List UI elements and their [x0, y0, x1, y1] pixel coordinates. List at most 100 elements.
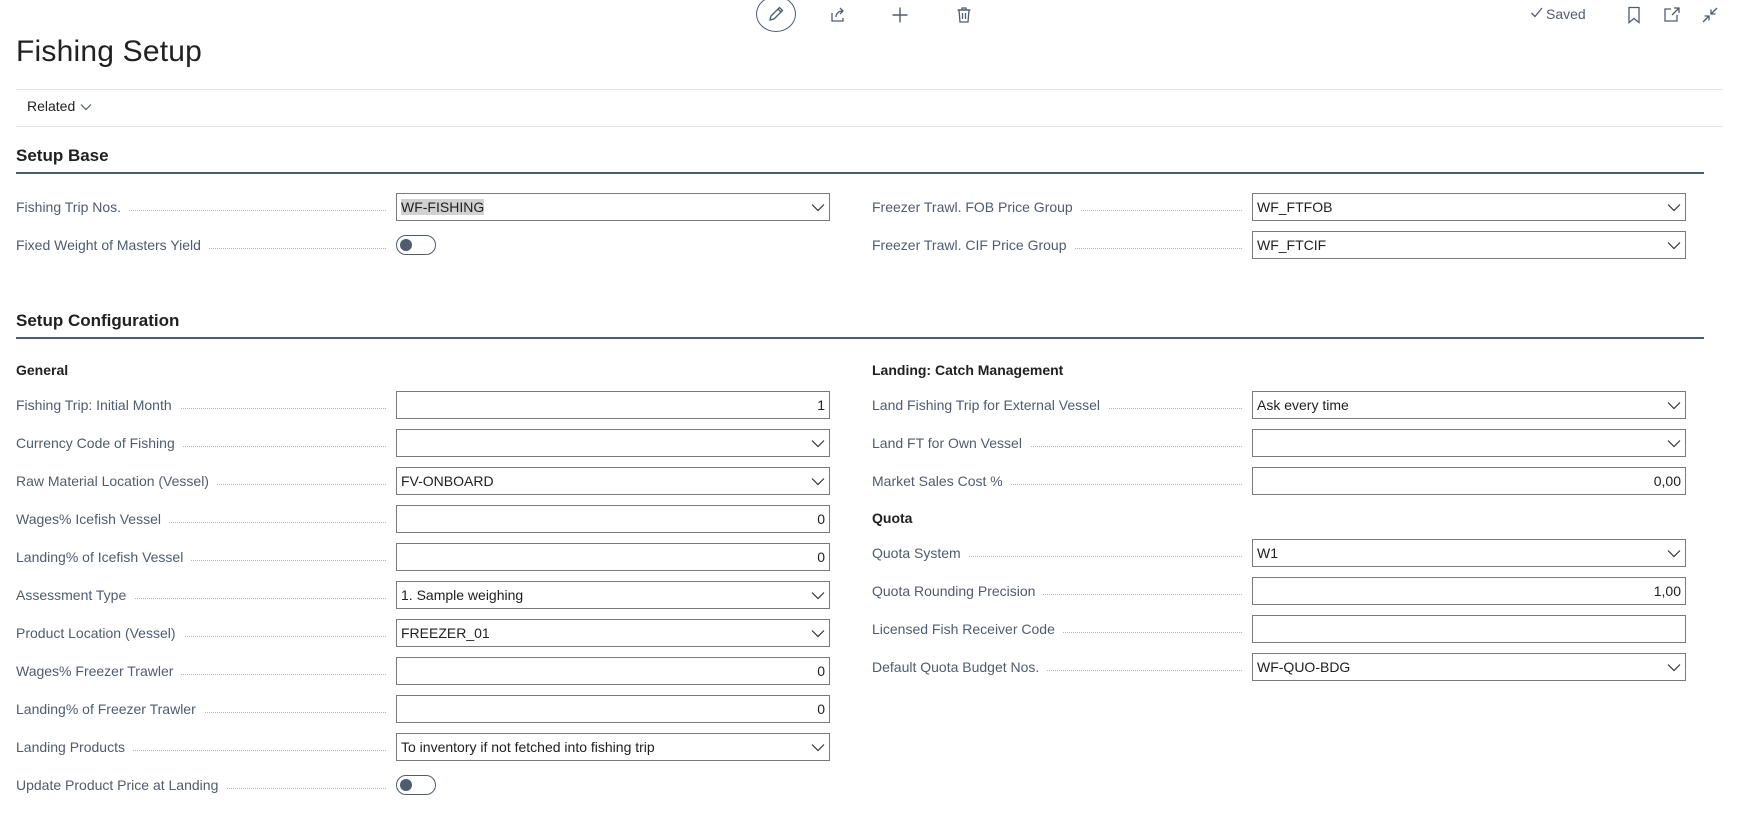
market-sales-cost-input[interactable]: 0,00	[1252, 467, 1686, 495]
fob-price-group-dropdown[interactable]: WF_FTFOB	[1252, 193, 1686, 221]
plus-icon	[891, 6, 909, 24]
field-value: 1	[817, 397, 825, 413]
field-licensed-fish-receiver-code: Licensed Fish Receiver Code	[872, 615, 1686, 643]
field-value: WF-QUO-BDG	[1257, 659, 1351, 675]
field-label: Market Sales Cost %	[872, 467, 1252, 495]
cif-price-group-dropdown[interactable]: WF_FTCIF	[1252, 231, 1686, 259]
field-land-ft-own-vessel: Land FT for Own Vessel	[872, 429, 1686, 457]
field-quota-rounding-precision: Quota Rounding Precision 1,00	[872, 577, 1686, 605]
wages-icefish-vessel-input[interactable]: 0	[396, 505, 830, 533]
field-landing-products: Landing Products To inventory if not fet…	[16, 733, 830, 761]
field-landing-freezer-trawler: Landing% of Freezer Trawler 0	[16, 695, 830, 723]
field-label: Raw Material Location (Vessel)	[16, 467, 396, 495]
chevron-down-icon	[803, 743, 825, 752]
field-label: Freezer Trawl. FOB Price Group	[872, 193, 1252, 221]
field-label: Assessment Type	[16, 581, 396, 609]
section-divider	[16, 172, 1704, 174]
saved-status: Saved	[1530, 6, 1586, 22]
field-landing-icefish-vessel: Landing% of Icefish Vessel 0	[16, 543, 830, 571]
landing-icefish-vessel-input[interactable]: 0	[396, 543, 830, 571]
section-title-setup-configuration[interactable]: Setup Configuration	[16, 311, 179, 331]
action-bar: Saved	[0, 0, 1746, 34]
quota-system-dropdown[interactable]: W1	[1252, 539, 1686, 567]
chevron-down-icon	[803, 629, 825, 638]
chevron-down-icon	[1659, 439, 1681, 448]
chevron-down-icon	[803, 477, 825, 486]
currency-code-dropdown[interactable]	[396, 429, 830, 457]
field-label: Fishing Trip: Initial Month	[16, 391, 396, 419]
field-update-product-price-at-landing: Update Product Price at Landing	[16, 771, 436, 799]
delete-button[interactable]	[952, 3, 976, 27]
field-freezer-trawl-cif-price-group: Freezer Trawl. CIF Price Group WF_FTCIF	[872, 231, 1686, 259]
landing-freezer-trawler-input[interactable]: 0	[396, 695, 830, 723]
field-quota-system: Quota System W1	[872, 539, 1686, 567]
land-external-vessel-dropdown[interactable]: Ask every time	[1252, 391, 1686, 419]
open-in-new-window-icon	[1663, 6, 1681, 24]
initial-month-input[interactable]: 1	[396, 391, 830, 419]
field-value: FV-ONBOARD	[401, 473, 494, 489]
bookmark-button[interactable]	[1622, 3, 1646, 27]
field-default-quota-budget-nos: Default Quota Budget Nos. WF-QUO-BDG	[872, 653, 1686, 681]
field-label: Update Product Price at Landing	[16, 771, 396, 799]
field-label: Quota Rounding Precision	[872, 577, 1252, 605]
landing-products-dropdown[interactable]: To inventory if not fetched into fishing…	[396, 733, 830, 761]
update-product-price-toggle[interactable]	[396, 775, 436, 795]
wages-freezer-trawler-input[interactable]: 0	[396, 657, 830, 685]
chevron-down-icon	[803, 591, 825, 600]
field-label: Default Quota Budget Nos.	[872, 653, 1252, 681]
field-label: Wages% Icefish Vessel	[16, 505, 396, 533]
assessment-type-dropdown[interactable]: 1. Sample weighing	[396, 581, 830, 609]
field-label: Fishing Trip Nos.	[16, 193, 396, 221]
field-value: FREEZER_01	[401, 625, 490, 641]
related-label: Related	[27, 98, 76, 114]
chevron-down-icon	[1659, 203, 1681, 212]
chevron-down-icon	[1659, 401, 1681, 410]
new-button[interactable]	[888, 3, 912, 27]
field-label: Product Location (Vessel)	[16, 619, 396, 647]
chevron-down-icon	[803, 203, 825, 212]
field-label: Licensed Fish Receiver Code	[872, 615, 1252, 643]
field-assessment-type: Assessment Type 1. Sample weighing	[16, 581, 830, 609]
collapse-button[interactable]	[1698, 3, 1722, 27]
raw-material-location-dropdown[interactable]: FV-ONBOARD	[396, 467, 830, 495]
land-own-vessel-dropdown[interactable]	[1252, 429, 1686, 457]
checkmark-icon	[1530, 6, 1543, 22]
field-label: Quota System	[872, 539, 1252, 567]
product-location-dropdown[interactable]: FREEZER_01	[396, 619, 830, 647]
chevron-down-icon	[803, 439, 825, 448]
field-raw-material-location: Raw Material Location (Vessel) FV-ONBOAR…	[16, 467, 830, 495]
field-value: WF-FISHING	[401, 199, 485, 215]
field-value: 0	[817, 701, 825, 717]
fishing-trip-nos-dropdown[interactable]: WF-FISHING	[396, 193, 830, 221]
field-product-location: Product Location (Vessel) FREEZER_01	[16, 619, 830, 647]
open-new-window-button[interactable]	[1660, 3, 1684, 27]
share-button[interactable]	[826, 3, 850, 27]
licensed-fish-receiver-code-input[interactable]	[1252, 615, 1686, 643]
section-title-setup-base[interactable]: Setup Base	[16, 146, 109, 166]
field-value: W1	[1257, 545, 1278, 561]
chevron-down-icon	[1659, 549, 1681, 558]
field-wages-icefish-vessel: Wages% Icefish Vessel 0	[16, 505, 830, 533]
field-fishing-trip-initial-month: Fishing Trip: Initial Month 1	[16, 391, 830, 419]
field-market-sales-cost: Market Sales Cost % 0,00	[872, 467, 1686, 495]
field-fixed-weight-masters-yield: Fixed Weight of Masters Yield	[16, 231, 436, 259]
field-label: Land Fishing Trip for External Vessel	[872, 391, 1252, 419]
toggle-knob	[400, 239, 412, 251]
fixed-weight-masters-yield-toggle[interactable]	[396, 235, 436, 255]
field-value: Ask every time	[1257, 397, 1349, 413]
field-label: Fixed Weight of Masters Yield	[16, 231, 396, 259]
quota-rounding-precision-input[interactable]: 1,00	[1252, 577, 1686, 605]
field-value: 1,00	[1653, 583, 1681, 599]
group-title-quota: Quota	[872, 510, 913, 526]
field-label: Land FT for Own Vessel	[872, 429, 1252, 457]
field-value: 0,00	[1653, 473, 1681, 489]
edit-button[interactable]	[756, 0, 796, 32]
collapse-icon	[1701, 6, 1719, 24]
field-freezer-trawl-fob-price-group: Freezer Trawl. FOB Price Group WF_FTFOB	[872, 193, 1686, 221]
chevron-down-icon	[80, 98, 92, 114]
share-icon	[829, 6, 847, 24]
toggle-knob	[400, 779, 412, 791]
field-value: 0	[817, 511, 825, 527]
related-menu-button[interactable]: Related	[27, 98, 92, 114]
default-quota-budget-nos-dropdown[interactable]: WF-QUO-BDG	[1252, 653, 1686, 681]
